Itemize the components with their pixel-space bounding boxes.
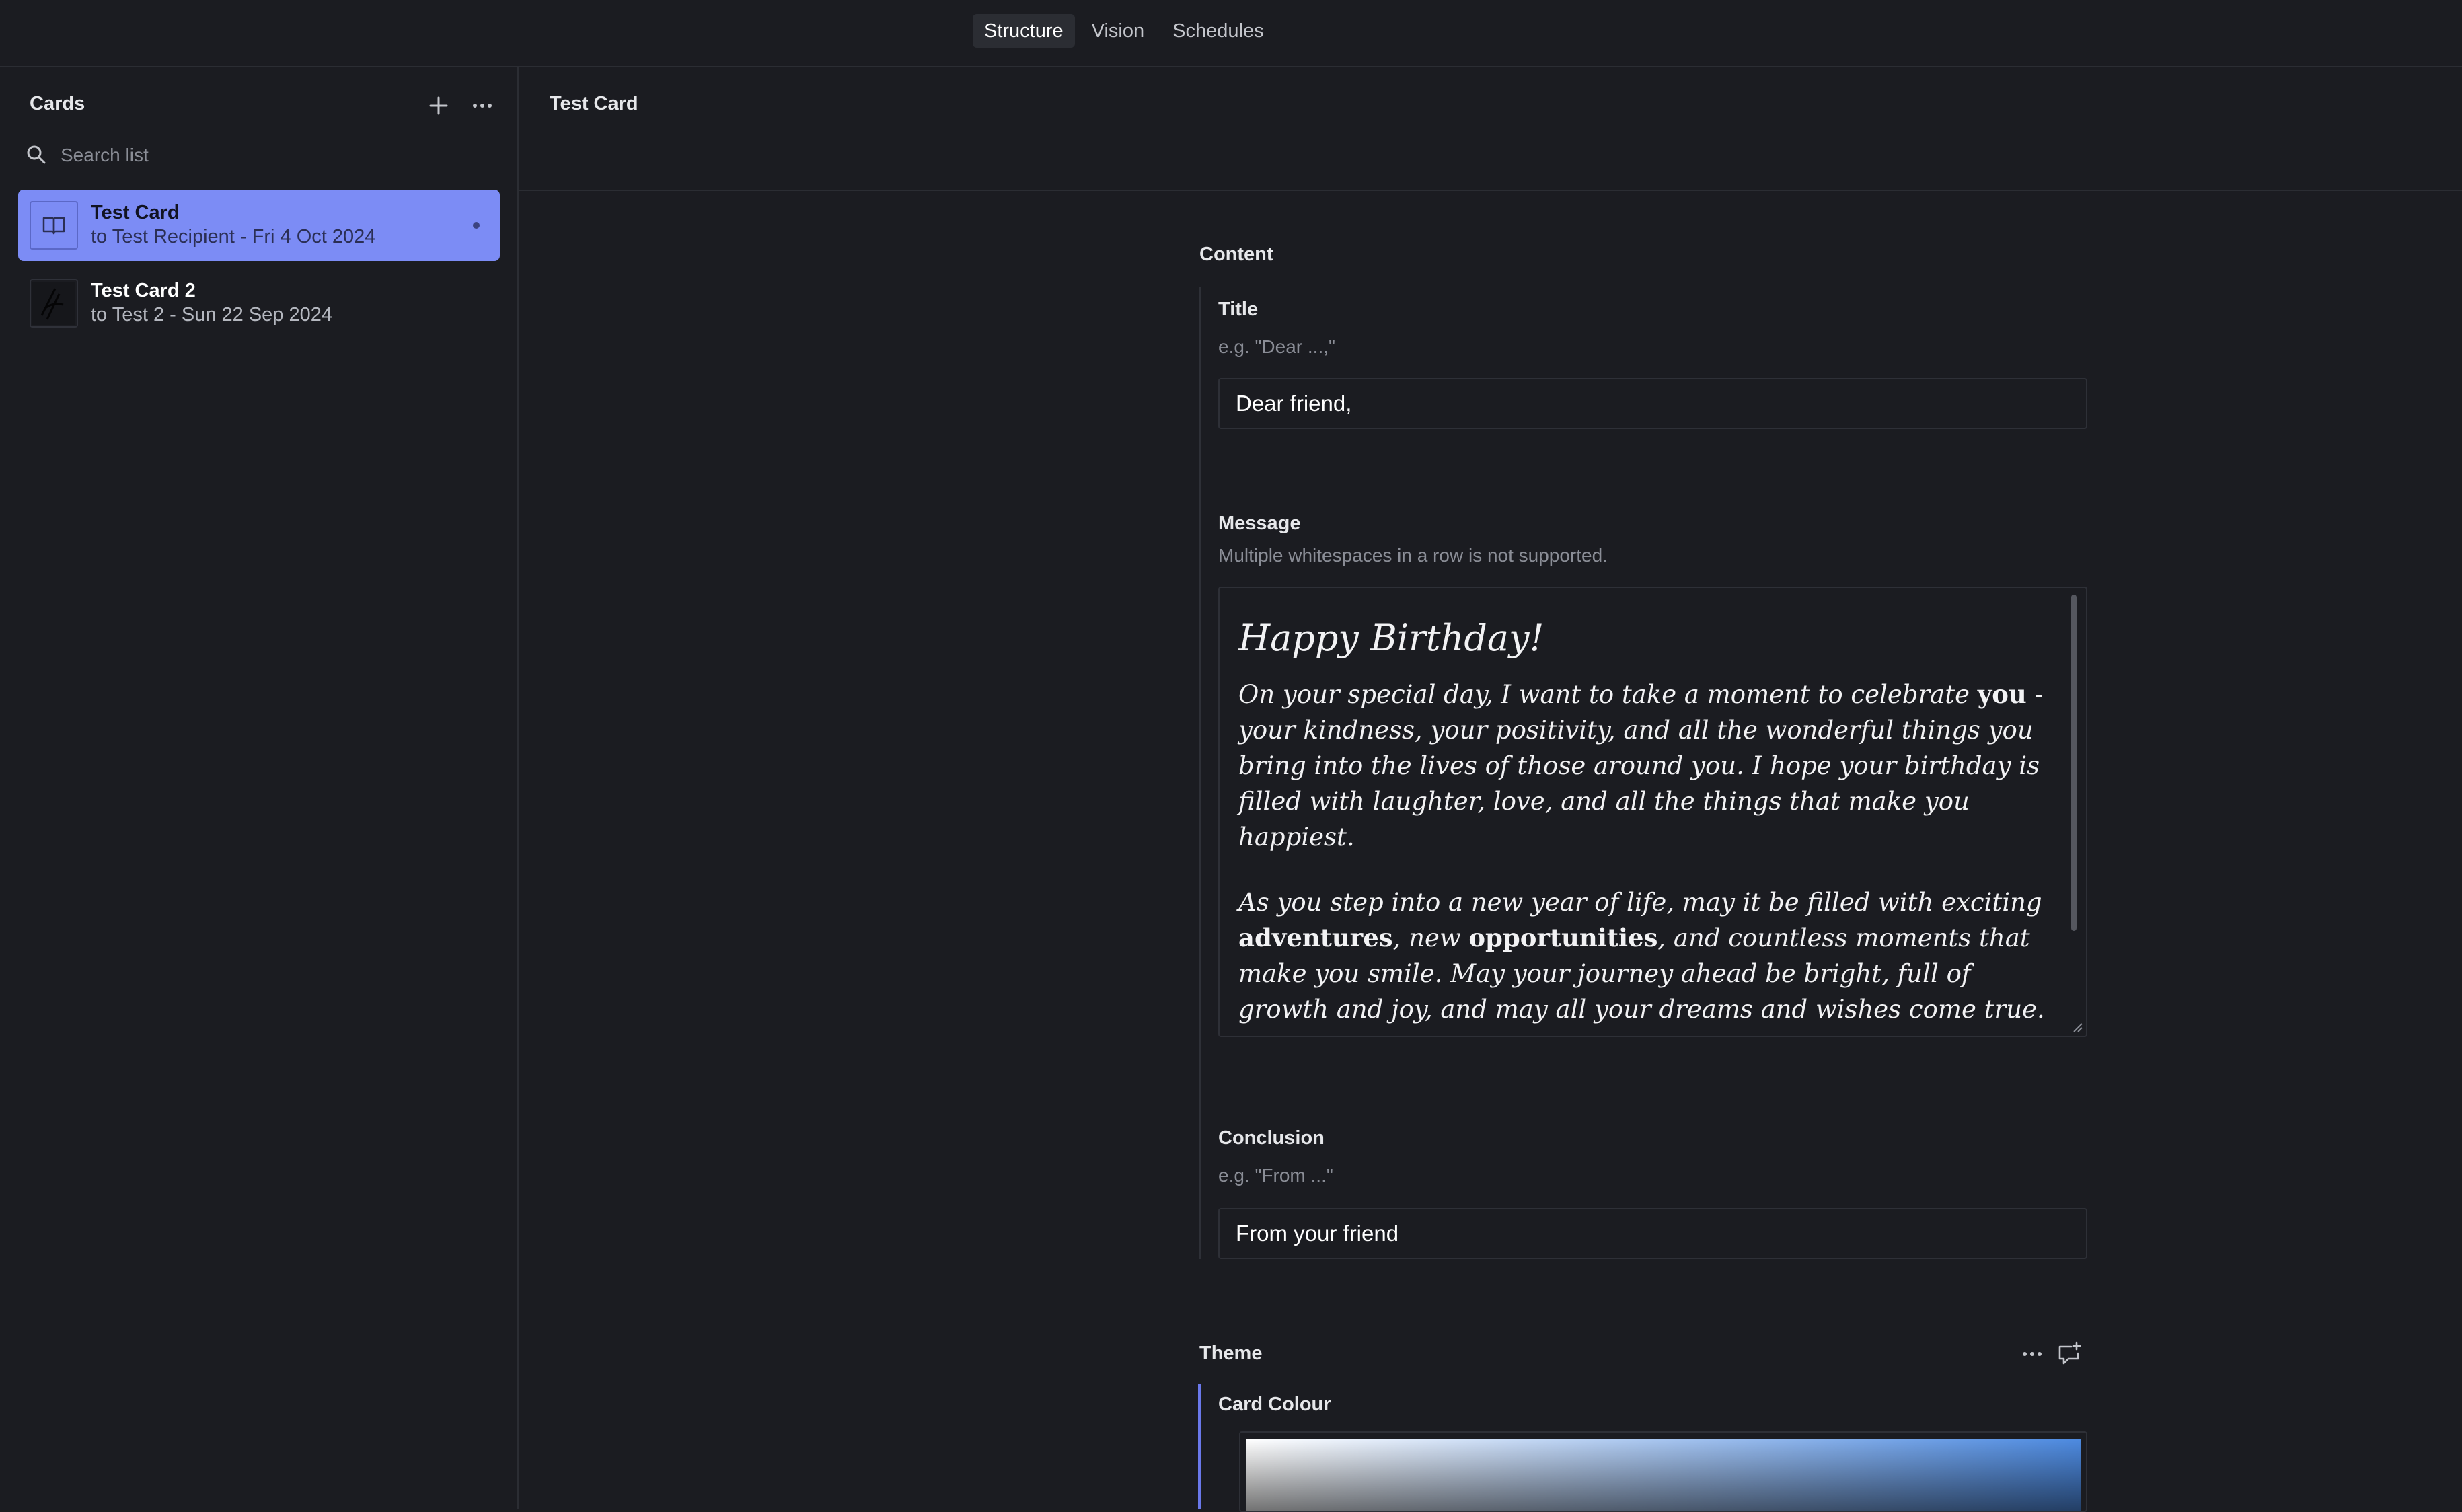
section-content-label: Content xyxy=(1199,243,1273,265)
title-field-label: Title xyxy=(1218,299,1259,320)
message-field-description: Multiple whitespaces in a row is not sup… xyxy=(1218,545,1608,566)
tab-vision[interactable]: Vision xyxy=(1080,14,1156,48)
message-heading: Happy Birthday! xyxy=(1238,617,1544,659)
search-input[interactable] xyxy=(59,139,492,172)
section-theme-label: Theme xyxy=(1199,1343,1263,1364)
top-tabs: Structure Vision Schedules xyxy=(973,14,1281,48)
card-thumbnail xyxy=(30,201,78,250)
conclusion-field-description: e.g. "From ..." xyxy=(1218,1165,1333,1186)
main-header: Test Card xyxy=(519,67,2462,191)
unsaved-indicator xyxy=(473,222,480,229)
title-input[interactable] xyxy=(1218,378,2087,429)
ellipsis-icon[interactable] xyxy=(467,90,498,121)
message-editor[interactable]: Happy Birthday! On your special day, I w… xyxy=(1218,587,2087,1037)
list-item-subtitle: to Test 2 - Sun 22 Sep 2024 xyxy=(91,304,333,326)
ellipsis-icon xyxy=(2023,1352,2042,1356)
top-nav: Structure Vision Schedules xyxy=(0,0,2462,67)
resize-handle-icon[interactable] xyxy=(2070,1020,2083,1033)
conclusion-field-label: Conclusion xyxy=(1218,1127,1325,1149)
content-group-line xyxy=(1199,287,1201,1259)
card-colour-label: Card Colour xyxy=(1218,1394,1331,1415)
message-scrollbar[interactable] xyxy=(2071,595,2077,931)
message-content[interactable]: Happy Birthday! On your special day, I w… xyxy=(1238,615,2056,1036)
list-item-test-card-2[interactable]: Test Card 2 to Test 2 - Sun 22 Sep 2024 xyxy=(18,268,500,339)
title-field-description: e.g. "Dear ...," xyxy=(1218,336,1335,357)
search-box xyxy=(26,139,496,172)
conclusion-input[interactable] xyxy=(1218,1208,2087,1259)
list-item-subtitle: to Test Recipient - Fri 4 Oct 2024 xyxy=(91,226,376,248)
tab-schedules[interactable]: Schedules xyxy=(1161,14,1275,48)
message-paragraph-2: As you step into a new year of life, may… xyxy=(1238,888,2045,1024)
card-thumbnail-image xyxy=(32,282,75,325)
sidebar-title: Cards xyxy=(30,93,85,114)
page-title: Test Card xyxy=(550,93,638,114)
sidebar: Cards Test Card to Test Recipient - Fri … xyxy=(0,67,519,1509)
color-saturation-area[interactable] xyxy=(1246,1439,2081,1511)
comment-add-icon xyxy=(2058,1341,2081,1365)
theme-group-line xyxy=(1198,1384,1201,1509)
theme-more-button[interactable] xyxy=(2017,1338,2048,1373)
tab-structure[interactable]: Structure xyxy=(973,14,1075,48)
open-book-icon xyxy=(42,217,65,235)
list-item-title: Test Card 2 xyxy=(91,280,196,301)
card-thumbnail xyxy=(30,279,78,328)
plus-icon[interactable] xyxy=(423,90,454,121)
message-paragraph-1: On your special day, I want to take a mo… xyxy=(1238,679,2044,852)
theme-comment-button[interactable] xyxy=(2054,1338,2085,1373)
list-item-title: Test Card xyxy=(91,202,180,223)
message-field-label: Message xyxy=(1218,513,1301,534)
color-picker[interactable] xyxy=(1239,1431,2087,1512)
search-icon xyxy=(27,145,46,164)
list-item-test-card[interactable]: Test Card to Test Recipient - Fri 4 Oct … xyxy=(18,190,500,261)
